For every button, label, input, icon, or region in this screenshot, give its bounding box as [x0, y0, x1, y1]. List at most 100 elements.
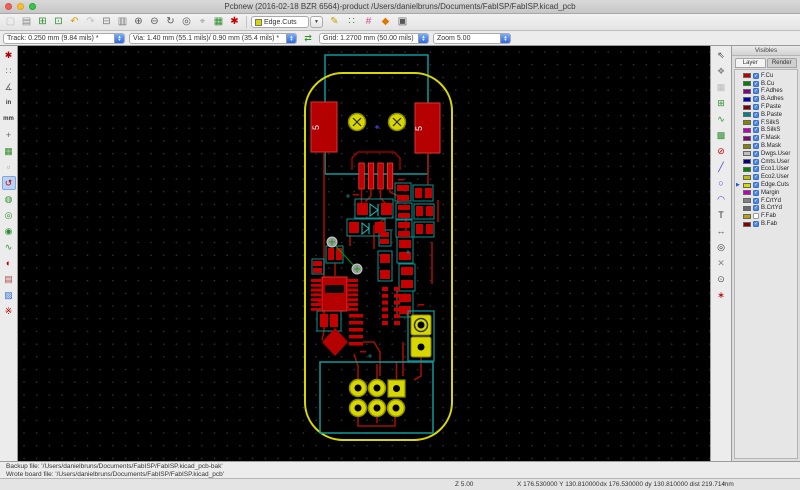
layer-visibility-checkbox[interactable]: ✓	[753, 80, 759, 87]
find-button[interactable]: ⌖	[195, 15, 210, 29]
zoom-out-button[interactable]: ⊖	[147, 15, 162, 29]
layer-visibility-checkbox[interactable]: ✓	[753, 174, 759, 181]
layer-visibility-checkbox[interactable]: ✓	[753, 150, 759, 157]
track-width-select[interactable]: Track: 0.250 mm (9.84 mils) * ▲ ▼	[3, 32, 125, 44]
layer-color-swatch[interactable]	[743, 198, 751, 204]
layer-color-swatch[interactable]	[743, 182, 751, 188]
highlight-net-button[interactable]: ❖	[714, 64, 728, 78]
layer-row-b-fab[interactable]: ▶✓B.Fab	[735, 220, 797, 228]
page-settings-button[interactable]: ▤	[19, 15, 34, 29]
auto-track-width-button[interactable]: ⇄	[301, 32, 315, 45]
layer-color-swatch[interactable]	[743, 81, 751, 87]
mounting-hole-right[interactable]	[387, 112, 407, 132]
layer-row-b-mask[interactable]: ▶✓B.Mask	[735, 142, 797, 150]
delete-tool-button[interactable]: ✕	[714, 256, 728, 270]
layer-row-f-fab[interactable]: ▶F.Fab	[735, 212, 797, 220]
via-size-select[interactable]: Via: 1.40 mm (55.1 mils)/ 0.90 mm (35.4 …	[129, 32, 297, 44]
layer-color-swatch[interactable]	[743, 120, 751, 126]
layer-row-f-silks[interactable]: ▶✓F.SilkS	[735, 119, 797, 127]
active-layer-select[interactable]: Edge.Cuts	[251, 16, 309, 28]
plot-button[interactable]: ▥	[115, 15, 130, 29]
redo-button[interactable]: ↷	[83, 15, 98, 29]
layer-row-f-mask[interactable]: ▶✓F.Mask	[735, 134, 797, 142]
test-point-2[interactable]	[351, 263, 363, 275]
usb-shield-pad-left[interactable]: 5	[310, 101, 338, 153]
layer-visibility-checkbox[interactable]: ✓	[753, 158, 759, 165]
layer-visibility-checkbox[interactable]: ✓	[753, 104, 759, 111]
layer-color-swatch[interactable]	[743, 221, 751, 227]
layer-row-f-adhes[interactable]: ▶✓F.Adhes	[735, 88, 797, 96]
zoom-in-button[interactable]: ⊕	[131, 15, 146, 29]
add-keepout-button[interactable]: ⊘	[714, 144, 728, 158]
mounting-hole-left[interactable]	[347, 112, 367, 132]
layers-manager-button[interactable]: ▤	[2, 272, 16, 286]
layer-color-swatch[interactable]	[743, 166, 751, 172]
tracks-sketch-button[interactable]: ∿	[2, 240, 16, 254]
layer-row-b-adhes[interactable]: ▶✓B.Adhes	[735, 95, 797, 103]
layer-color-swatch[interactable]	[743, 190, 751, 196]
layer-visibility-checkbox[interactable]: ✓	[753, 197, 759, 204]
layer-color-swatch[interactable]	[743, 96, 751, 102]
drill-origin-button[interactable]: ⊙	[714, 272, 728, 286]
pcb-canvas[interactable]: 5 5	[18, 46, 710, 461]
layer-visibility-checkbox[interactable]: ✓	[753, 221, 759, 228]
layer-row-eco1-user[interactable]: ▶✓Eco1.User	[735, 166, 797, 174]
add-zone-button[interactable]: ▩	[714, 128, 728, 142]
layer-visibility-checkbox[interactable]: ✓	[753, 189, 759, 196]
print-button[interactable]: ⊟	[99, 15, 114, 29]
add-dimension-button[interactable]: ↔	[714, 224, 728, 238]
grid-style-lines-button[interactable]: #	[361, 15, 376, 29]
layer-row-f-crtyd[interactable]: ▶✓F.CrtYd	[735, 197, 797, 205]
layer-row-margin[interactable]: ▶✓Margin	[735, 189, 797, 197]
layer-visibility-checkbox[interactable]	[753, 213, 759, 220]
netlist-button[interactable]: ▦	[211, 15, 226, 29]
layer-color-swatch[interactable]	[743, 205, 751, 211]
drc-toggle-button[interactable]: ✱	[2, 48, 16, 62]
select-tool-button[interactable]: ⇖	[714, 48, 728, 62]
layer-row-edge-cuts[interactable]: ▶ ✓ Edge.Cuts	[735, 181, 797, 189]
library-browser-button[interactable]: ⊡	[51, 15, 66, 29]
layer-visibility-checkbox[interactable]: ✓	[753, 111, 759, 118]
polar-coordinates-button[interactable]: ∡	[2, 80, 16, 94]
layer-row-eco2-user[interactable]: ▶✓Eco2.User	[735, 173, 797, 181]
general-ratsnest-button[interactable]: ▦	[2, 144, 16, 158]
layer-color-swatch[interactable]	[743, 174, 751, 180]
layer-color-swatch[interactable]	[743, 127, 751, 133]
add-target-button[interactable]: ◎	[714, 240, 728, 254]
mode-footprint-button[interactable]: ✎	[327, 15, 342, 29]
layer-dropdown-button[interactable]: ▼	[310, 16, 323, 28]
layer-color-swatch[interactable]	[743, 73, 751, 79]
usb-shield-pad-right[interactable]: 5	[414, 102, 441, 154]
layer-color-swatch[interactable]	[743, 112, 751, 118]
layer-color-swatch[interactable]	[743, 104, 751, 110]
layer-color-swatch[interactable]	[743, 143, 751, 149]
layer-visibility-checkbox[interactable]: ✓	[753, 72, 759, 79]
mode-track-button[interactable]: ◆	[378, 15, 393, 29]
layer-row-f-cu[interactable]: ▶✓F.Cu	[735, 72, 797, 80]
drc-button[interactable]: ✱	[227, 15, 242, 29]
layer-visibility-checkbox[interactable]: ✓	[753, 143, 759, 150]
auto-delete-track-button[interactable]: ↺	[1, 176, 16, 190]
add-track-button[interactable]: ∿	[714, 112, 728, 126]
units-mm-button[interactable]: mm	[2, 112, 16, 126]
add-circle-button[interactable]: ○	[714, 176, 728, 190]
units-inch-button[interactable]: in	[2, 96, 16, 110]
grid-size-select[interactable]: Grid: 1.2700 mm (50.00 mils) ▲ ▼	[319, 32, 429, 44]
pcb-drawing[interactable]: 5 5	[18, 46, 710, 461]
microwave-tools-button[interactable]: ▨	[2, 288, 16, 302]
high-contrast-button[interactable]: ◐	[2, 256, 16, 270]
layer-row-b-paste[interactable]: ▶✓B.Paste	[735, 111, 797, 119]
layer-row-dwgs-user[interactable]: ▶✓Dwgs.User	[735, 150, 797, 158]
add-line-button[interactable]: ╱	[714, 160, 728, 174]
local-ratsnest-button[interactable]: ▦	[714, 80, 728, 94]
tab-layer[interactable]: Layer	[735, 58, 766, 68]
layer-row-b-silks[interactable]: ▶✓B.SilkS	[735, 127, 797, 135]
tab-render[interactable]: Render	[766, 58, 797, 68]
layer-visibility-checkbox[interactable]: ✓	[753, 96, 759, 103]
layer-row-b-cu[interactable]: ▶✓B.Cu	[735, 80, 797, 88]
add-arc-button[interactable]: ◠	[714, 192, 728, 206]
zones-filled-button[interactable]: ◍	[2, 192, 16, 206]
track-width-stepper[interactable]: ▲ ▼	[114, 33, 124, 43]
layer-row-b-crtyd[interactable]: ▶✓B.CrtYd	[735, 205, 797, 213]
layer-visibility-checkbox[interactable]: ✓	[753, 205, 759, 212]
